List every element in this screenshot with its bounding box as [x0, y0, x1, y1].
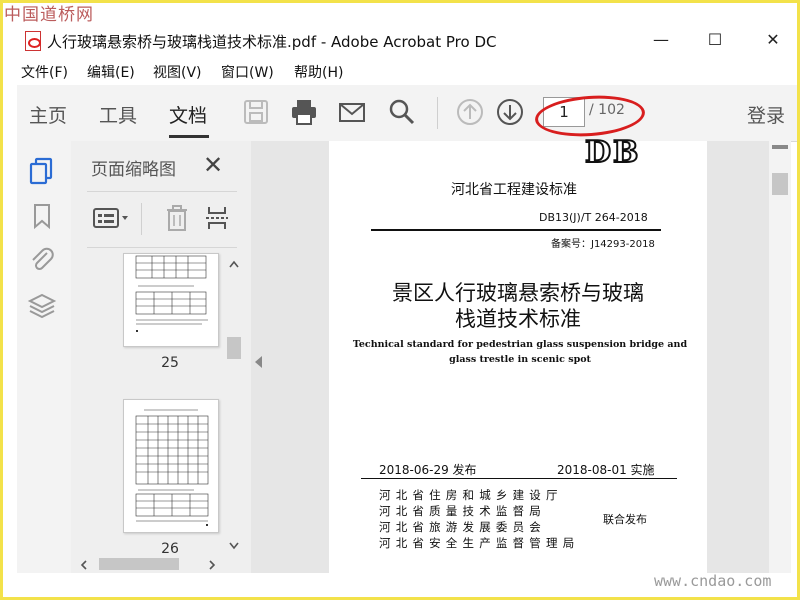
toolbar-divider [437, 97, 438, 129]
attachment-icon[interactable] [27, 245, 57, 275]
print-icon[interactable] [289, 97, 319, 127]
db-standard-logo: DB [584, 134, 641, 171]
scroll-down-icon[interactable] [228, 541, 240, 551]
scrollbar-thumb[interactable] [772, 173, 788, 195]
publish-date: 2018-06-29 发布 [379, 463, 477, 477]
page-down-icon[interactable] [495, 97, 525, 127]
menu-edit[interactable]: 编辑(E) [87, 62, 135, 82]
issuer-1: 河北省住房和城乡建设厅 [379, 488, 563, 502]
thumbnail-content [135, 409, 209, 526]
menu-help[interactable]: 帮助(H) [294, 62, 343, 82]
trash-icon[interactable] [163, 203, 191, 233]
thumbnail-content [135, 255, 208, 332]
document-vertical-scrollbar[interactable] [769, 141, 791, 573]
issuer-3: 河北省旅游发展委员会 [379, 520, 546, 534]
document-title-line2: 栈道技术标准 [455, 307, 581, 331]
tab-tools[interactable]: 工具 [99, 101, 137, 128]
active-tab-indicator [169, 135, 209, 138]
page-thumbnail-25[interactable] [123, 253, 219, 347]
scroll-right-icon[interactable] [207, 559, 217, 571]
menu-bar: 文件(F) 编辑(E) 视图(V) 窗口(W) 帮助(H) [3, 59, 797, 85]
scroll-top-marker [772, 145, 788, 149]
joint-release: 联合发布 [603, 513, 647, 526]
close-window-button[interactable]: ✕ [759, 29, 787, 51]
menu-view[interactable]: 视图(V) [153, 62, 202, 82]
watermark-top: 中国道桥网 [4, 5, 94, 25]
panel-title: 页面缩略图 [91, 160, 176, 180]
record-number: 备案号：J14293-2018 [551, 239, 655, 250]
page-thumbnail-label-25: 25 [161, 355, 179, 371]
watermark-bottom: www.cndao.com [654, 572, 772, 590]
scroll-left-icon[interactable] [79, 559, 89, 571]
collapse-panel-arrow-icon[interactable] [255, 356, 262, 368]
header-rule [371, 229, 661, 231]
implement-date: 2018-08-01 实施 [557, 463, 655, 477]
tab-home[interactable]: 主页 [29, 101, 67, 128]
standard-type: 河北省工程建设标准 [451, 182, 577, 198]
panel-divider-2 [87, 247, 237, 248]
panel-divider [87, 191, 237, 192]
left-navigation-pane [17, 141, 72, 573]
toolbar: 主页 工具 文档 1 / 102 登录 [17, 85, 797, 142]
tool-divider [141, 203, 142, 235]
split-page-icon[interactable] [203, 203, 231, 233]
save-icon[interactable] [241, 97, 271, 127]
issuer-4: 河北省安全生产监督管理局 [379, 536, 580, 550]
tab-document[interactable]: 文档 [169, 101, 207, 128]
search-icon[interactable] [387, 97, 417, 127]
scroll-up-icon[interactable] [228, 259, 240, 269]
page-thumbnail-26[interactable] [123, 399, 219, 533]
menu-window[interactable]: 窗口(W) [221, 62, 274, 82]
english-title-line1: Technical standard for pedestrian glass … [352, 339, 688, 350]
english-title-line2: glass trestle in scenic spot [449, 354, 591, 365]
document-page: DB 河北省工程建设标准 DB13(J)/T 264-2018 备案号：J142… [329, 134, 707, 573]
menu-file[interactable]: 文件(F) [21, 62, 68, 82]
thumbnail-vertical-scrollbar[interactable] [225, 257, 243, 557]
email-icon[interactable] [337, 97, 367, 127]
page-thumbnails-panel: 页面缩略图 ✕ 25 26 [71, 141, 252, 573]
date-rule [361, 478, 677, 479]
standard-code: DB13(J)/T 264-2018 [539, 211, 648, 224]
scrollbar-thumb[interactable] [99, 558, 179, 570]
screenshot-frame: 人行玻璃悬索桥与玻璃栈道技术标准.pdf - Adobe Acrobat Pro… [0, 0, 800, 600]
pdf-file-icon [25, 31, 41, 51]
thumbnail-horizontal-scrollbar[interactable] [71, 555, 243, 573]
scrollbar-thumb[interactable] [227, 337, 241, 359]
page-up-icon[interactable] [455, 97, 485, 127]
title-bar: 人行玻璃悬索桥与玻璃栈道技术标准.pdf - Adobe Acrobat Pro… [3, 23, 797, 59]
bookmark-icon[interactable] [27, 201, 57, 231]
maximize-button[interactable]: ☐ [701, 29, 729, 51]
document-background [707, 141, 769, 573]
login-button[interactable]: 登录 [747, 101, 785, 128]
collapse-pane-strip [251, 141, 329, 573]
close-panel-icon[interactable]: ✕ [203, 151, 223, 179]
issuer-2: 河北省质量技术监督局 [379, 504, 546, 518]
page-thumbnails-icon[interactable] [27, 155, 57, 185]
minimize-button[interactable]: — [647, 29, 675, 51]
window-title: 人行玻璃悬索桥与玻璃栈道技术标准.pdf - Adobe Acrobat Pro… [47, 33, 497, 51]
layers-icon[interactable] [27, 291, 57, 321]
thumbnail-options-icon[interactable] [91, 203, 131, 233]
